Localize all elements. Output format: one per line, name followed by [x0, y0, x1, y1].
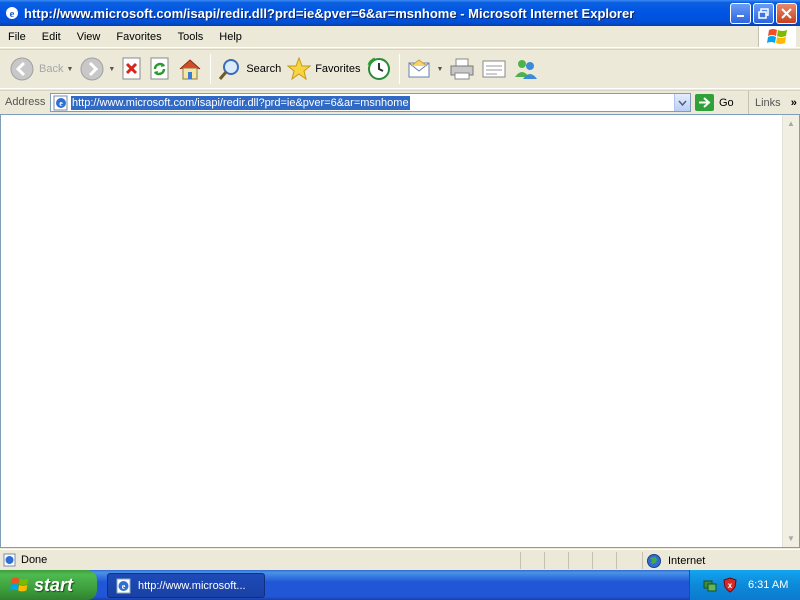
go-arrow-icon	[695, 94, 714, 111]
status-text: Done	[21, 554, 48, 566]
back-label: Back	[39, 63, 64, 75]
menu-tools[interactable]: Tools	[170, 27, 212, 47]
printer-icon	[450, 58, 474, 80]
forward-dropdown-icon[interactable]: ▼	[108, 66, 115, 73]
status-divider	[616, 552, 617, 569]
menu-favorites[interactable]: Favorites	[108, 27, 169, 47]
status-divider	[592, 552, 593, 569]
favorites-button[interactable]: Favorites	[284, 52, 363, 86]
status-bar: Done Internet	[0, 549, 800, 570]
stop-button[interactable]	[118, 52, 146, 86]
zone-label: Internet	[668, 554, 706, 567]
minimize-icon	[737, 14, 744, 17]
menu-bar: File Edit View Favorites Tools Help	[0, 26, 800, 48]
scroll-down-icon[interactable]: ▼	[783, 530, 799, 547]
ie-icon: e	[6, 7, 18, 20]
system-tray: x 6:31 AM	[689, 570, 800, 600]
windows-flag-icon	[10, 577, 29, 592]
status-divider	[544, 552, 545, 569]
go-button[interactable]: Go	[695, 93, 734, 112]
address-dropdown-button[interactable]	[674, 94, 690, 111]
edit-button[interactable]	[478, 52, 510, 86]
address-field[interactable]: e http://www.microsoft.com/isapi/redir.d…	[50, 93, 691, 112]
page-icon: e	[53, 95, 68, 111]
home-button[interactable]	[174, 52, 206, 86]
chevron-right-icon[interactable]: »	[791, 97, 797, 109]
chevron-down-icon	[678, 100, 687, 106]
history-icon	[368, 57, 391, 80]
address-bar: Address e http://www.microsoft.com/isapi…	[0, 90, 800, 114]
ie-icon: e	[116, 578, 131, 593]
restore-icon	[758, 7, 769, 19]
start-button[interactable]: start	[0, 570, 97, 600]
globe-icon	[647, 553, 661, 568]
taskbar-item-label: http://www.microsoft...	[138, 579, 246, 592]
scroll-up-icon[interactable]: ▲	[783, 115, 799, 132]
status-divider	[520, 552, 521, 569]
toolbar-separator	[210, 54, 212, 84]
menu-view[interactable]: View	[69, 27, 109, 47]
svg-text:e: e	[59, 99, 63, 108]
security-shield-icon[interactable]: x	[722, 577, 738, 593]
status-divider	[642, 552, 643, 569]
print-button[interactable]	[446, 52, 478, 86]
forward-button[interactable]: ▼	[76, 52, 118, 86]
history-button[interactable]	[363, 52, 395, 86]
page-status-icon	[3, 553, 16, 567]
svg-text:e: e	[10, 8, 15, 20]
edit-page-icon	[482, 60, 506, 78]
mail-dropdown-icon[interactable]: ▼	[436, 66, 443, 73]
messenger-icon	[515, 60, 538, 79]
search-icon	[219, 59, 240, 80]
forward-arrow-icon	[80, 57, 104, 81]
standard-toolbar: Back ▼ ▼ Search Favorites ▼	[0, 49, 800, 89]
address-label: Address	[5, 96, 46, 108]
search-label: Search	[246, 63, 282, 75]
page-content[interactable]: ▲ ▼	[0, 114, 800, 548]
title-bar[interactable]: e http://www.microsoft.com/isapi/redir.d…	[0, 0, 800, 26]
mail-icon	[408, 59, 430, 78]
home-icon	[180, 59, 201, 80]
back-dropdown-icon[interactable]: ▼	[66, 66, 73, 73]
back-arrow-icon	[10, 57, 34, 81]
go-label: Go	[719, 96, 734, 109]
vertical-scrollbar[interactable]: ▲ ▼	[782, 115, 799, 547]
mail-button[interactable]: ▼	[404, 52, 446, 86]
svg-text:x: x	[728, 581, 733, 590]
status-divider	[568, 552, 569, 569]
address-url-text[interactable]: http://www.microsoft.com/isapi/redir.dll…	[71, 95, 410, 110]
taskbar: start e http://www.microsoft... x 6:31 A…	[0, 570, 800, 600]
refresh-icon	[150, 57, 169, 80]
back-button[interactable]: Back ▼	[6, 52, 76, 86]
star-icon	[287, 57, 312, 81]
favorites-label: Favorites	[315, 63, 361, 75]
taskbar-item-ie[interactable]: e http://www.microsoft...	[107, 573, 265, 598]
minimize-button[interactable]	[730, 2, 751, 24]
close-icon	[781, 7, 792, 19]
security-zone[interactable]: Internet	[646, 552, 705, 569]
links-toolbar[interactable]: Links »	[748, 91, 797, 114]
menu-edit[interactable]: Edit	[34, 27, 69, 47]
network-icon[interactable]	[702, 577, 718, 593]
refresh-button[interactable]	[146, 52, 174, 86]
clock[interactable]: 6:31 AM	[748, 579, 788, 591]
search-button[interactable]: Search	[215, 52, 284, 86]
start-label: start	[34, 574, 74, 595]
windows-logo-icon	[758, 26, 796, 47]
close-button[interactable]	[776, 2, 797, 24]
window-title: http://www.microsoft.com/isapi/redir.dll…	[24, 5, 635, 21]
svg-text:e: e	[122, 582, 126, 591]
menu-help[interactable]: Help	[211, 27, 250, 47]
toolbar-separator	[399, 54, 401, 84]
restore-button[interactable]	[753, 2, 774, 24]
stop-icon	[122, 57, 141, 80]
messenger-button[interactable]	[510, 52, 542, 86]
menu-file[interactable]: File	[0, 27, 34, 47]
links-label: Links	[755, 96, 781, 109]
